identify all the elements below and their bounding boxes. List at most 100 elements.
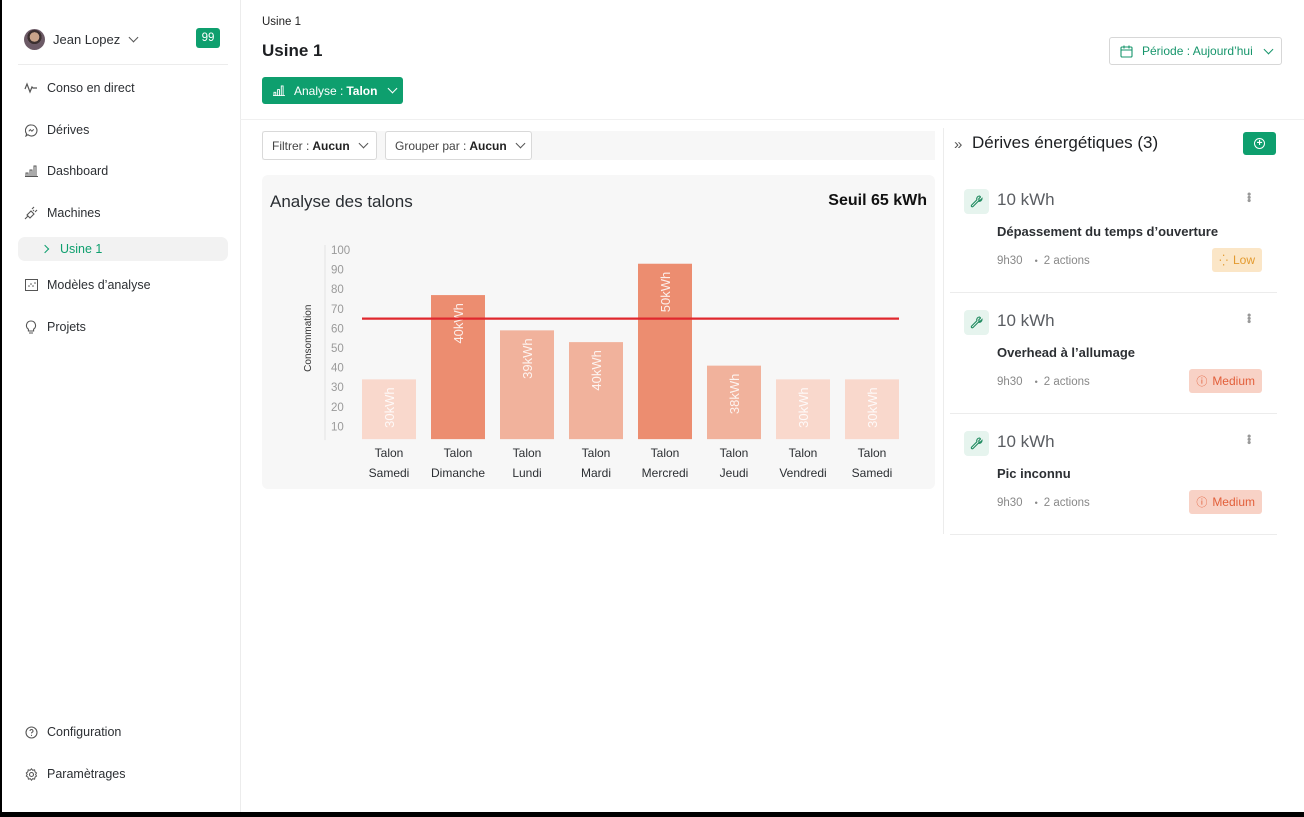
drift-name: Pic inconnu [997, 466, 1071, 481]
bar-data-label: 40kWh [589, 350, 604, 390]
plug-icon [24, 206, 38, 220]
x-tick-label: Talon [375, 446, 404, 460]
more-options-icon[interactable]: ••• [1242, 434, 1256, 444]
severity-icon: ⓘ [1196, 497, 1208, 509]
chevron-down-icon [128, 32, 139, 42]
drifts-panel-title: Dérives énergétiques (3) [972, 133, 1159, 152]
sidebar-item-dashboard[interactable]: Dashboard [24, 160, 108, 182]
divider [18, 64, 228, 65]
x-tick-label: Samedi [852, 466, 893, 480]
wrench-icon [964, 310, 989, 335]
period-dropdown[interactable]: Période : Aujourd’hui [1109, 37, 1282, 65]
severity-label: Medium [1212, 374, 1255, 388]
y-tick-label: 50 [331, 343, 344, 355]
y-tick-label: 20 [331, 402, 344, 414]
bar-data-label: 40kWh [451, 303, 466, 343]
analyse-prefix: Analyse : [294, 83, 344, 98]
sidebar-item-label: Paramètrages [47, 767, 126, 781]
y-tick-label: 100 [331, 245, 350, 257]
x-tick-label: Mercredi [642, 466, 689, 480]
more-options-icon[interactable]: ••• [1242, 313, 1256, 323]
chart-card: Analyse des talons Seuil 65 kWh 10 20 30 40… [262, 175, 935, 489]
drift-time: 9h30 [997, 255, 1023, 267]
y-axis-label: Consommation [303, 305, 314, 372]
add-drift-button[interactable]: + [1243, 132, 1276, 155]
header-divider [240, 119, 1304, 120]
sidebar-item-machines[interactable]: Machines [24, 202, 101, 224]
drift-time: 9h30 [997, 497, 1023, 509]
wrench-icon [964, 431, 989, 456]
bar-chart-icon [273, 85, 285, 96]
drift-meta: 9h30 • 2 actions [997, 497, 1090, 509]
drift-value: 10 kWh [997, 432, 1055, 451]
x-tick-label: Dimanche [431, 466, 485, 480]
help-circle-icon [24, 725, 38, 739]
sidebar-item-label: Dérives [47, 123, 90, 137]
chevron-down-icon [1263, 44, 1274, 54]
drift-item[interactable]: 10 kWh ••• Overhead à l’allumage 9h30 • 2 … [950, 293, 1277, 414]
x-tick-label: Talon [858, 446, 887, 460]
drift-name: Dépassement du temps d’ouverture [997, 224, 1219, 239]
activity-icon [24, 81, 38, 95]
sidebar-item-parametrages[interactable]: Paramètrages [24, 763, 126, 785]
drift-item[interactable]: 10 kWh ••• Pic inconnu 9h30 • 2 actions ⓘ M… [950, 414, 1277, 535]
group-by-dropdown[interactable]: Grouper par : Aucun [385, 131, 532, 160]
drift-value: 10 kWh [997, 311, 1055, 330]
sidebar-item-projets[interactable]: Projets [24, 316, 86, 338]
drift-name: Overhead à l’allumage [997, 345, 1136, 360]
severity-badge: ⁛ Low [1212, 248, 1262, 272]
sidebar-item-derives[interactable]: Dérives [24, 119, 89, 141]
sidebar-subitem-usine-1[interactable]: Usine 1 [18, 237, 228, 261]
drift-actions: 2 actions [1043, 255, 1090, 267]
group-value: Aucun [469, 138, 507, 153]
sidebar-item-modeles-analyse[interactable]: Modèles d’analyse [24, 274, 151, 296]
sidebar-item-label: Machines [47, 206, 101, 220]
notification-badge[interactable]: 99 [196, 28, 220, 48]
filter-prefix: Filtrer : [272, 138, 310, 153]
chevron-down-icon [358, 138, 369, 149]
severity-icon: ⓘ [1196, 376, 1208, 388]
analyse-value: Talon [346, 83, 378, 98]
sidebar-item-configuration[interactable]: Configuration [24, 721, 121, 743]
bar-data-label: 39kWh [520, 338, 535, 378]
sidebar-item-label: Configuration [47, 725, 122, 739]
severity-label: Medium [1212, 495, 1255, 509]
filter-value: Aucun [312, 138, 350, 153]
x-tick-label: Talon [582, 446, 611, 460]
drift-time: 9h30 [997, 376, 1023, 388]
user-menu[interactable]: Jean Lopez 99 [24, 28, 220, 50]
x-tick-label: Mardi [581, 466, 611, 480]
scatter-chart-icon [24, 278, 38, 292]
filter-dropdown[interactable]: Filtrer : Aucun [262, 131, 377, 160]
x-tick-label: Jeudi [720, 466, 749, 480]
analyse-dropdown[interactable]: Analyse : Talon [262, 77, 403, 104]
gear-icon [24, 767, 38, 781]
drift-meta: 9h30 • 2 actions [997, 376, 1090, 388]
page-title: Usine 1 [262, 41, 323, 60]
severity-badge: ⓘ Medium [1189, 369, 1262, 393]
lightbulb-icon [24, 320, 38, 334]
bar-data-label: 38kWh [727, 374, 742, 414]
y-tick-label: 40 [331, 363, 344, 375]
x-tick-label: Talon [789, 446, 818, 460]
breadcrumb[interactable]: Usine 1 [262, 16, 301, 28]
period-label: Période : Aujourd’hui [1142, 44, 1253, 58]
collapse-panel-icon[interactable]: » [954, 136, 962, 153]
drift-item[interactable]: 10 kWh ••• Dépassement du temps d’ouvert… [950, 172, 1277, 293]
x-tick-label: Talon [444, 446, 473, 460]
sidebar-item-label: Dashboard [47, 164, 109, 178]
chevron-right-icon [40, 244, 50, 254]
severity-label: Low [1232, 253, 1255, 267]
chevron-down-icon [515, 138, 526, 149]
y-tick-label: 30 [331, 382, 344, 394]
sidebar: Jean Lopez 99 Conso en direct Dérives Da… [2, 0, 241, 812]
group-prefix: Grouper par : [395, 138, 467, 153]
chat-wave-icon [24, 123, 38, 137]
more-options-icon[interactable]: ••• [1242, 192, 1256, 202]
sidebar-item-conso-en-direct[interactable]: Conso en direct [24, 77, 135, 99]
bar-data-label: 30kWh [382, 387, 397, 427]
calendar-icon [1120, 45, 1133, 58]
x-tick-label: Talon [513, 446, 542, 460]
y-tick-label: 80 [331, 284, 344, 296]
severity-badge: ⓘ Medium [1189, 490, 1262, 514]
